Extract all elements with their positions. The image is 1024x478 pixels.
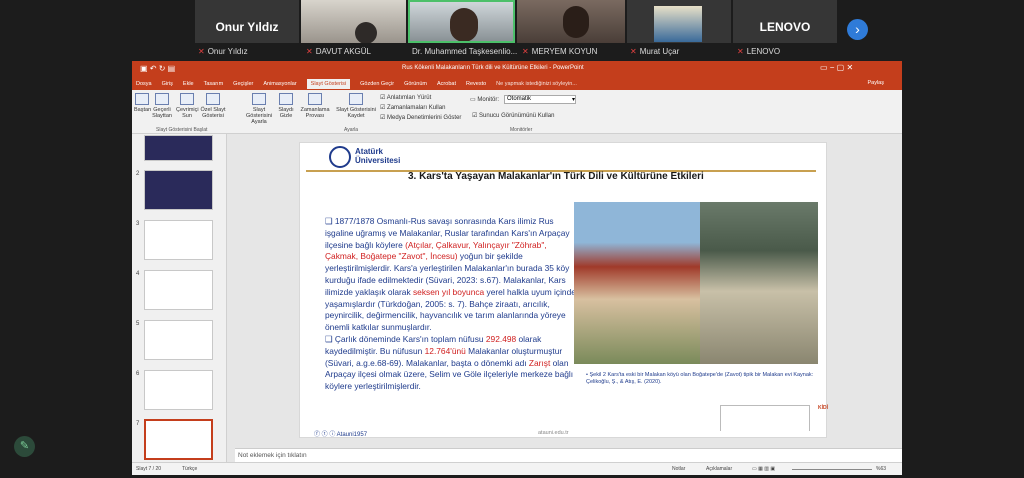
campus-gate-graphic bbox=[720, 405, 810, 431]
kidi-logo: KİDİ bbox=[818, 405, 828, 411]
share-button[interactable]: Paylaş bbox=[867, 80, 884, 86]
slide-thumbnail[interactable] bbox=[144, 220, 213, 260]
caption-davut: ✕ DAVUT AKGÜL bbox=[306, 46, 371, 56]
person-figure bbox=[450, 8, 478, 41]
tab-file[interactable]: Dosya bbox=[136, 81, 152, 87]
caption-onur: ✕ Onur Yıldız bbox=[198, 46, 248, 56]
group-label-setup: Ayarla bbox=[344, 127, 359, 133]
participant-tile-onur[interactable]: Onur Yıldız bbox=[195, 0, 299, 43]
university-logo-text: Atatürk Üniversitesi bbox=[355, 147, 401, 165]
slide-number: 6 bbox=[136, 371, 140, 377]
slide-thumbnail[interactable] bbox=[144, 170, 213, 210]
monitor-select[interactable]: Otomatik ▾ bbox=[504, 95, 576, 104]
tell-me-box[interactable]: Ne yapmak istediğinizi söyleyin... bbox=[496, 81, 577, 87]
slide-thumbnail[interactable] bbox=[144, 370, 213, 410]
participant-tile-davut[interactable] bbox=[301, 0, 406, 43]
participant-tile-lenovo[interactable]: LENOVO bbox=[733, 0, 837, 43]
monitor-label: ▭ Monitör: bbox=[470, 97, 500, 103]
slide-counter: Slayt 7 / 20 bbox=[136, 466, 162, 472]
slide-thumbnail-active[interactable] bbox=[144, 419, 213, 460]
slide-canvas[interactable]: Atatürk Üniversitesi 3. Kars'ta Yaşayan M… bbox=[299, 142, 828, 438]
caption-murat: ✕ Murat Uçar bbox=[630, 46, 680, 56]
tab-view[interactable]: Görünüm bbox=[404, 81, 427, 87]
custom-show-button[interactable]: Özel Slayt Gösterisi bbox=[199, 93, 227, 119]
tab-review[interactable]: Gözden Geçir bbox=[360, 81, 394, 87]
participant-tile-meryem[interactable] bbox=[517, 0, 625, 43]
zoom-level[interactable]: %63 bbox=[876, 466, 886, 472]
caption-meryem: ✕ MERYEM KOYUN bbox=[522, 46, 598, 56]
title-bar: ▣ ↶ ↻ ▤ Rus Kökenli Malakanların Türk di… bbox=[132, 61, 902, 77]
malakan-house-photo-left bbox=[574, 202, 700, 364]
slide-title: 3. Kars'ta Yaşayan Malakanlar'ın Türk Di… bbox=[408, 171, 704, 182]
annotate-pen-button[interactable]: ✎ bbox=[14, 436, 35, 457]
person-figure bbox=[355, 22, 377, 43]
zoom-slider[interactable] bbox=[792, 469, 872, 470]
wave-avatar bbox=[654, 6, 702, 42]
hide-slide-button[interactable]: Slaydı Gizle bbox=[277, 93, 295, 119]
from-current-button[interactable]: Geçerli Slayttan bbox=[151, 93, 173, 119]
view-buttons[interactable]: ▭ ▦ ▥ ▣ bbox=[752, 466, 775, 472]
tab-animations[interactable]: Animasyonlar bbox=[263, 81, 296, 87]
group-label-start: Slayt Gösterisini Başlat bbox=[156, 127, 208, 133]
caption-lenovo: ✕ LENOVO bbox=[737, 46, 781, 56]
ribbon-tabs: Dosya Giriş Ekle Tasarım Geçişler Animasyonla… bbox=[132, 77, 902, 90]
participant-tile-murat[interactable] bbox=[627, 0, 731, 43]
tab-slideshow[interactable]: Slayt Gösterisi bbox=[306, 79, 351, 89]
quick-access-icons[interactable]: ▣ ↶ ↻ ▤ bbox=[140, 64, 175, 73]
tab-acrobat[interactable]: Acrobat bbox=[437, 81, 456, 87]
tab-design[interactable]: Tasarım bbox=[204, 81, 224, 87]
participant-tile-muhammed[interactable] bbox=[408, 0, 515, 43]
slide-number: 3 bbox=[136, 221, 140, 227]
presenter-view-checkbox[interactable]: ☑ Sunucu Görünümünü Kullan bbox=[472, 112, 554, 119]
tab-transitions[interactable]: Geçişler bbox=[233, 81, 253, 87]
checkbox-narrations[interactable]: ☑ Anlatımları Yürüt bbox=[380, 93, 461, 103]
slide-thumbnail[interactable] bbox=[144, 270, 213, 310]
person-figure bbox=[563, 6, 589, 38]
notes-button[interactable]: Notlar bbox=[672, 466, 685, 472]
window-controls[interactable]: ▭ − ▢ ✕ bbox=[820, 63, 853, 72]
slide-thumbnail[interactable] bbox=[144, 320, 213, 360]
tab-insert[interactable]: Ekle bbox=[183, 81, 194, 87]
malakan-house-photo-right bbox=[700, 202, 818, 364]
slide-number: 2 bbox=[136, 171, 140, 177]
university-seal-icon bbox=[329, 146, 351, 168]
status-bar: Slayt 7 / 20 Türkçe Notlar Açıklamalar ▭… bbox=[132, 462, 902, 475]
group-label-monitors: Monitörler bbox=[510, 127, 533, 133]
checkbox-timings[interactable]: ☑ Zamanlamaları Kullan bbox=[380, 103, 461, 113]
slide-body-text: ❑ 1877/1878 Osmanlı-Rus savaşı sonrasınd… bbox=[325, 216, 576, 392]
from-beginning-button[interactable]: Baştan bbox=[134, 93, 151, 113]
slide-thumbnail[interactable] bbox=[144, 135, 213, 161]
slide-number: 5 bbox=[136, 321, 140, 327]
slide-footer: ⓕ ⓣ ⓘ Atauni1957 bbox=[314, 432, 368, 438]
present-online-button[interactable]: Çevrimiçi Sun bbox=[176, 93, 199, 119]
tab-home[interactable]: Giriş bbox=[162, 81, 173, 87]
rehearse-timings-button[interactable]: Zamanlama Provası bbox=[298, 93, 332, 119]
slide-number: 4 bbox=[136, 271, 140, 277]
language[interactable]: Türkçe bbox=[182, 466, 197, 472]
next-page-button[interactable]: › bbox=[847, 19, 868, 40]
slide-number: 7 bbox=[136, 421, 140, 427]
comments-button[interactable]: Açıklamalar bbox=[706, 466, 732, 472]
notes-pane[interactable]: Not eklemek için tıklatın bbox=[235, 448, 902, 462]
playback-options: ☑ Anlatımları Yürüt ☑ Zamanlamaları Kull… bbox=[380, 93, 461, 123]
figure-caption: • Şekil 2 Kars'ta eski bir Malakan köyü … bbox=[586, 372, 814, 385]
footer-url: atauni.edu.tr bbox=[538, 430, 569, 436]
window-title: Rus Kökenli Malakanların Türk dili ve Kü… bbox=[402, 65, 584, 71]
tab-revesto[interactable]: Revesto bbox=[466, 81, 486, 87]
caption-muhammed: Dr. Muhammed Taşkesenlio... bbox=[412, 46, 518, 56]
setup-show-button[interactable]: Slayt Gösterisini Ayarla bbox=[244, 93, 274, 125]
checkbox-media-controls[interactable]: ☑ Medya Denetimlerini Göster bbox=[380, 113, 461, 123]
record-show-button[interactable]: Slayt Gösterisini Kaydet bbox=[334, 93, 378, 119]
